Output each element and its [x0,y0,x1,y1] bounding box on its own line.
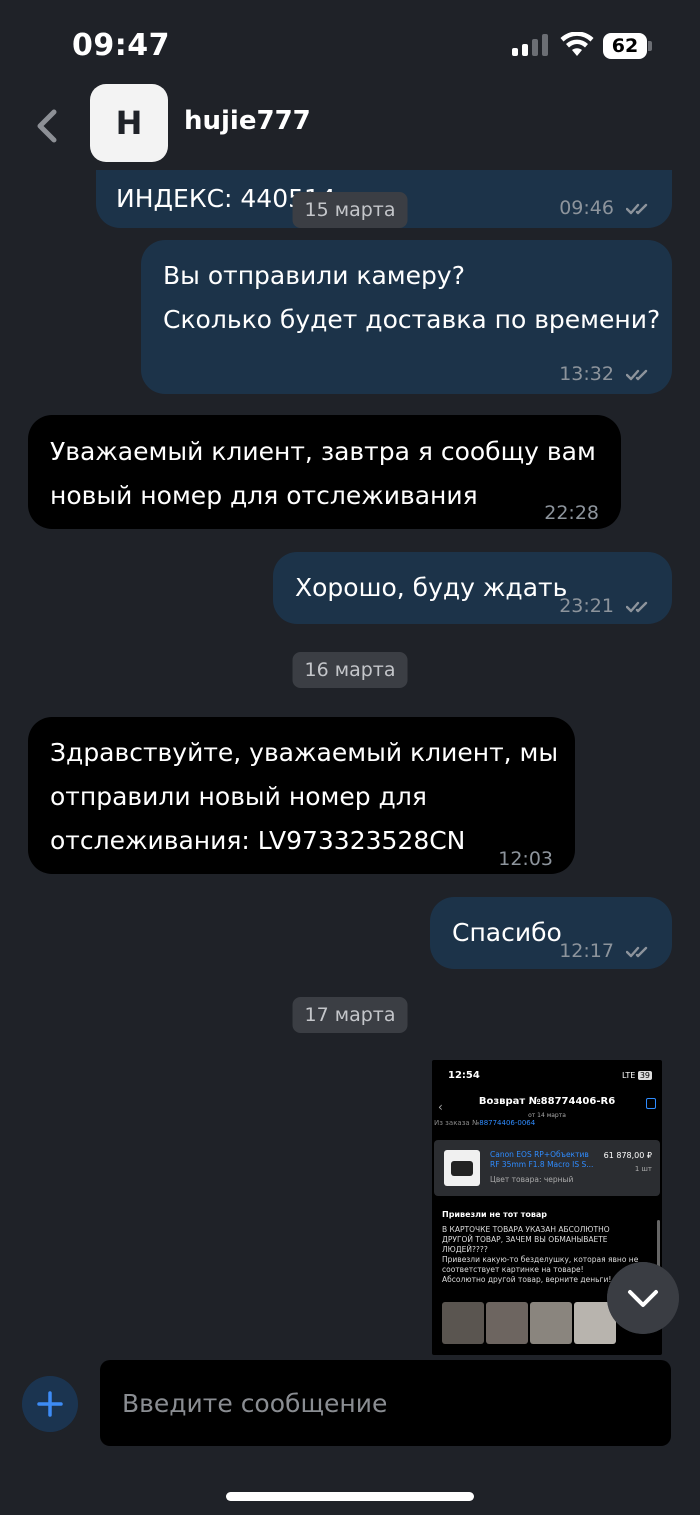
double-check-icon [626,946,648,957]
double-check-icon [626,601,648,612]
message-time: 12:03 [498,848,553,870]
date-separator: 15 марта [292,192,408,228]
contact-name[interactable]: hujie777 [184,106,311,136]
message-time: 09:46 [559,197,614,219]
order-number: 88774406-0064 [479,1119,536,1127]
message-time: 12:17 [559,940,614,962]
attachment-subtitle: от 14 марта [528,1112,566,1119]
message-outgoing[interactable]: Вы отправили камеру? Сколько будет доста… [141,240,672,394]
message-outgoing[interactable]: Спасибо 12:17 [430,897,672,969]
message-text: Вы отправили камеру? Сколько будет доста… [163,261,661,334]
double-check-icon [626,369,648,380]
attachment-status-time: 12:54 [448,1070,480,1081]
message-meta: 23:21 [559,584,650,628]
message-time: 23:21 [559,595,614,617]
order-prefix: Из заказа № [434,1119,480,1127]
message-text: Здравствуйте, уважаемый клиент, мы отпра… [50,738,559,855]
photo-thumbnail [486,1302,528,1344]
home-indicator[interactable] [226,1492,474,1501]
message-time: 22:28 [544,502,599,524]
message-text: Уважаемый клиент, завтра я сообщу вам но… [50,437,596,510]
message-incoming[interactable]: Здравствуйте, уважаемый клиент, мы отпра… [28,717,575,874]
return-reason-title: Привезли не тот товар [442,1210,548,1219]
photo-thumbnail [442,1302,484,1344]
battery-level: 62 [603,33,647,59]
message-outgoing[interactable]: Хорошо, буду ждать 23:21 [273,552,672,624]
product-name: Canon EOS RP+Объектив RF 35mm F1.8 Macro… [490,1150,594,1169]
message-input[interactable] [100,1360,671,1446]
message-time: 13:32 [559,363,614,385]
message-text: Спасибо [452,918,562,947]
message-meta: 12:17 [559,929,650,973]
message-meta: 09:46 [559,186,650,230]
attachment-network: LTE [621,1071,636,1080]
chat-header: H hujie777 [0,84,700,170]
message-list[interactable]: ИНДЕКС: 440514 09:46 15 марта Вы отправи… [0,170,700,1355]
attachment-battery: 39 [637,1071,652,1080]
product-color: Цвет товара: черный [490,1175,574,1184]
wifi-icon [560,32,594,56]
avatar[interactable]: H [90,84,168,162]
message-text: Хорошо, буду ждать [295,573,568,602]
plus-icon[interactable] [22,1376,78,1432]
date-separator: 17 марта [292,997,408,1033]
attachment-product-card: Canon EOS RP+Объектив RF 35mm F1.8 Macro… [434,1140,660,1196]
status-bar: 09:47 62 [0,0,700,90]
product-quantity: 1 шт [634,1165,652,1173]
attachment-status: LTE 39 [622,1071,652,1080]
cellular-signal-icon [512,34,548,56]
double-check-icon [626,203,648,214]
message-meta: 13:32 [559,352,650,396]
attachment-title: Возврат №88774406-R6 [478,1096,616,1107]
chevron-down-icon[interactable] [607,1262,679,1334]
chevron-left-icon[interactable] [30,104,66,148]
attachment-order: Из заказа №88774406-0064 [434,1119,535,1127]
status-time: 09:47 [72,28,170,63]
date-separator: 16 марта [292,652,408,688]
photo-thumbnail [530,1302,572,1344]
copy-icon [646,1098,656,1109]
product-price: 61 878,00 ₽ [603,1151,652,1160]
camera-thumbnail [444,1150,480,1186]
battery-icon: 62 [603,33,652,59]
message-incoming[interactable]: Уважаемый клиент, завтра я сообщу вам но… [28,415,621,529]
